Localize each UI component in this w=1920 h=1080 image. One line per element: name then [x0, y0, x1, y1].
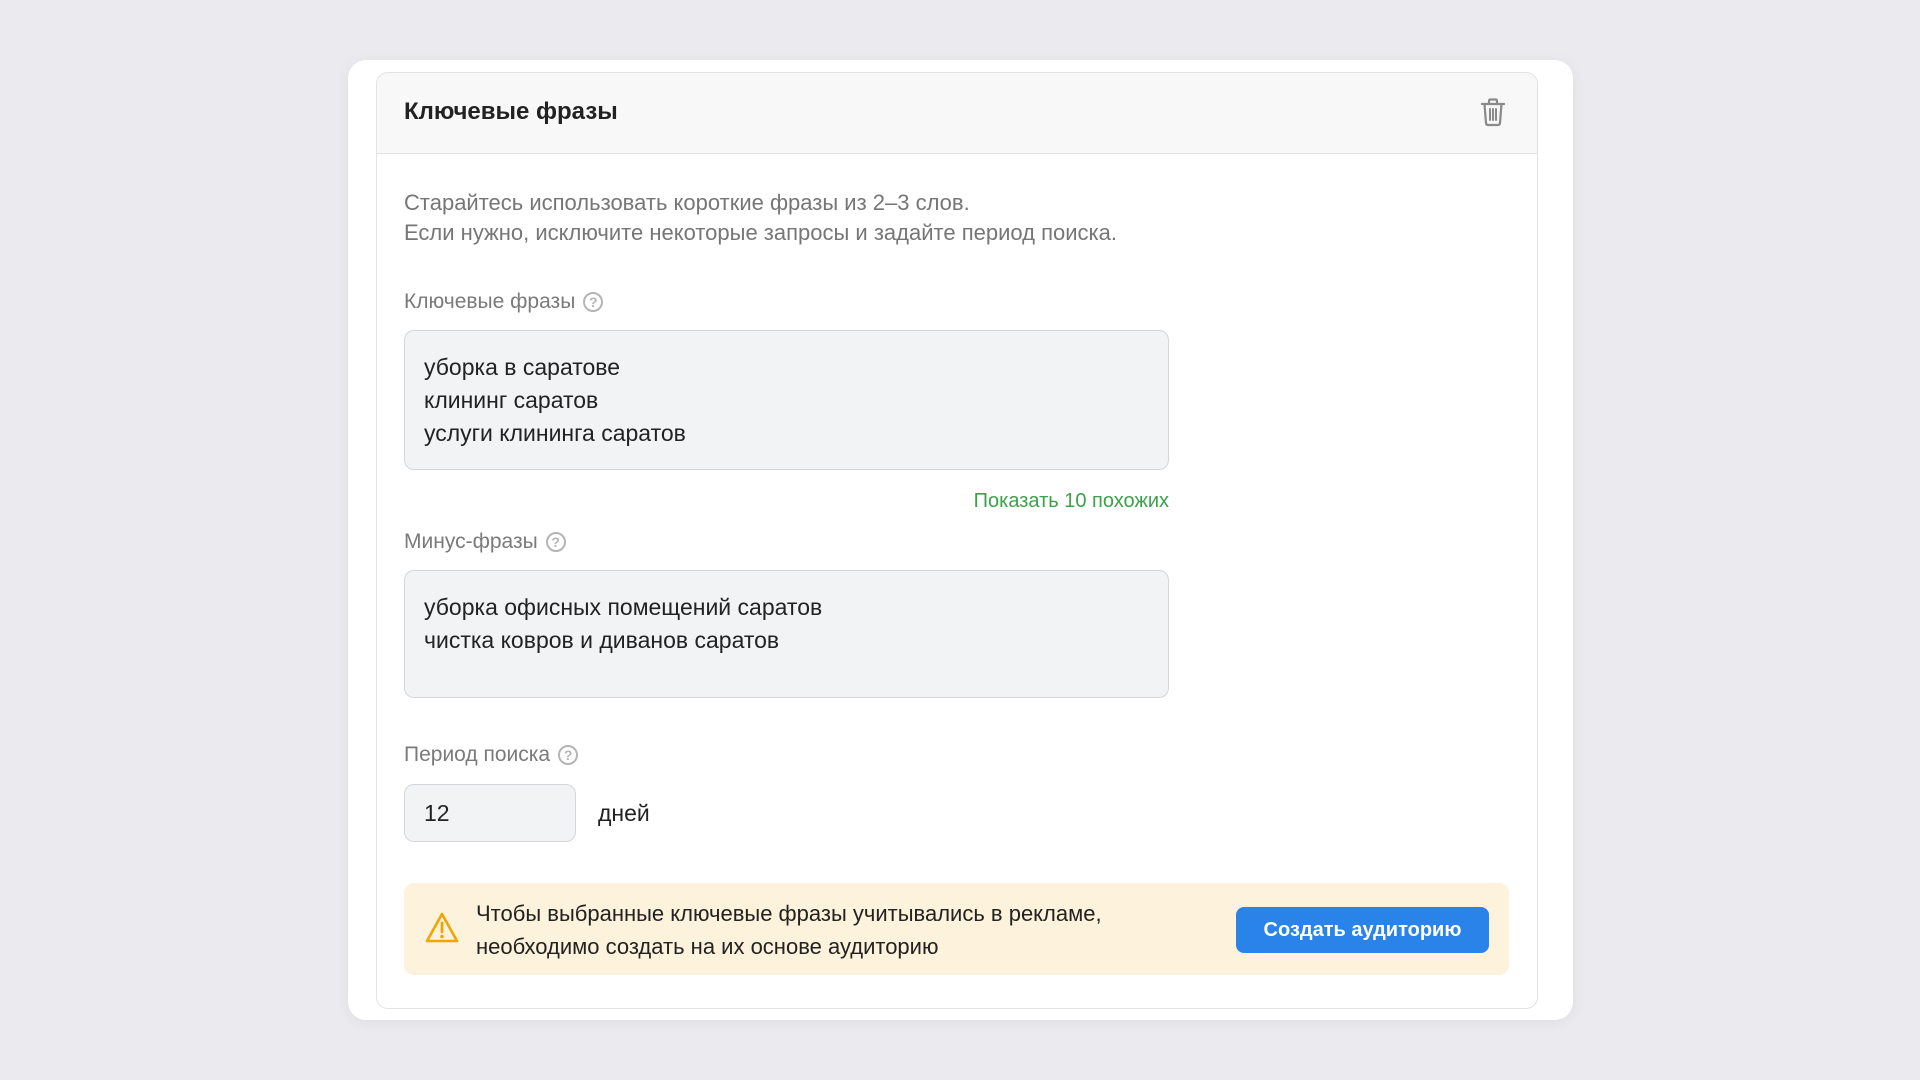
trash-icon[interactable] [1479, 97, 1507, 127]
minus-phrase-line: чистка ковров и диванов саратов [424, 627, 780, 653]
keyword-phrases-panel: Ключевые фразы Старайтесь использовать к… [376, 72, 1538, 1009]
hint-text: Старайтесь использовать короткие фразы и… [404, 188, 1117, 248]
keyword-line: уборка в саратове [424, 354, 621, 380]
warning-triangle-icon [425, 912, 459, 943]
keywords-textarea[interactable]: уборка в саратове клининг саратов услуги… [404, 330, 1169, 470]
hint-line-1: Старайтесь использовать короткие фразы и… [404, 190, 970, 215]
panel-header: Ключевые фразы [377, 73, 1537, 154]
keywords-label: Ключевые фразы ? [404, 290, 604, 314]
question-circle-icon[interactable]: ? [558, 745, 579, 765]
hint-line-2: Если нужно, исключите некоторые запросы … [404, 220, 1117, 245]
minus-phrases-textarea[interactable]: уборка офисных помещений саратов чистка … [404, 570, 1169, 698]
minus-phrase-line: уборка офисных помещений саратов [424, 594, 823, 620]
minus-phrases-label-text: Минус-фразы [404, 530, 538, 553]
notice-text: Чтобы выбранные ключевые фразы учитывали… [476, 897, 1102, 963]
keyword-line: услуги клининга саратов [424, 420, 686, 446]
keyword-line: клининг саратов [424, 387, 599, 413]
show-similar-link[interactable]: Показать 10 похожих [404, 490, 1169, 513]
outer-card: Ключевые фразы Старайтесь использовать к… [348, 60, 1573, 1020]
create-audience-button[interactable]: Создать аудиторию [1236, 907, 1489, 953]
keywords-label-text: Ключевые фразы [404, 290, 576, 313]
days-unit-label: дней [598, 800, 650, 826]
search-period-label: Период поиска ? [404, 743, 579, 767]
audience-notice: Чтобы выбранные ключевые фразы учитывали… [404, 883, 1509, 975]
notice-line-2: необходимо создать на их основе аудитори… [476, 934, 939, 959]
notice-line-1: Чтобы выбранные ключевые фразы учитывали… [476, 901, 1102, 926]
panel-title: Ключевые фразы [404, 98, 618, 125]
question-circle-icon[interactable]: ? [545, 532, 566, 552]
question-circle-icon[interactable]: ? [583, 292, 604, 312]
search-period-label-text: Период поиска [404, 743, 551, 766]
search-period-input[interactable]: 12 [404, 784, 576, 842]
minus-phrases-label: Минус-фразы ? [404, 530, 566, 554]
